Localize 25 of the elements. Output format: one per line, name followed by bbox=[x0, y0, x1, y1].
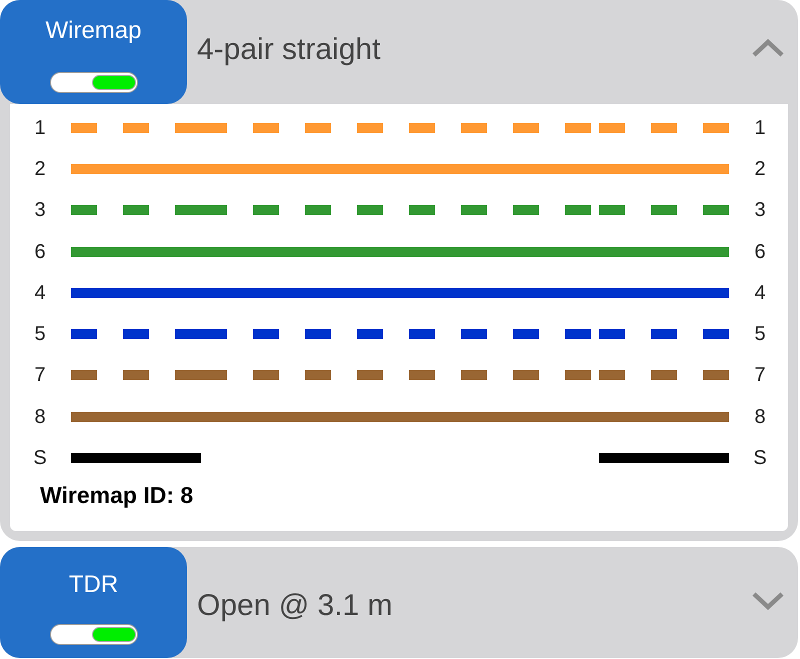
summary-text: 4-pair straight bbox=[197, 32, 382, 68]
pin-label: 5 bbox=[33, 322, 47, 346]
pin-label: 2 bbox=[33, 156, 47, 181]
summary-text: Open @ 3.1 m bbox=[197, 588, 394, 624]
pin-label: 3 bbox=[753, 198, 767, 222]
pin-label: 4 bbox=[753, 280, 767, 305]
pin-label: 6 bbox=[753, 240, 767, 264]
toggle-switch[interactable] bbox=[50, 72, 138, 93]
pin-label: 7 bbox=[753, 363, 767, 388]
pin-label: S bbox=[32, 446, 48, 470]
pin-label: 8 bbox=[753, 404, 767, 429]
toggle-switch[interactable] bbox=[50, 624, 138, 645]
pin-label: 2 bbox=[753, 156, 767, 181]
pin-label: 4 bbox=[33, 280, 47, 305]
pin-label: S bbox=[752, 446, 768, 470]
tab-title: Wiremap bbox=[45, 16, 142, 46]
pin-label: 7 bbox=[33, 363, 47, 388]
pin-label: 1 bbox=[33, 116, 47, 140]
pin-label: 3 bbox=[33, 198, 47, 222]
pin-label: 1 bbox=[753, 116, 767, 140]
pin-label: 5 bbox=[753, 322, 767, 346]
pin-label: 6 bbox=[33, 240, 47, 264]
wiremap-id-text: Wiremap ID: 8 bbox=[40, 482, 194, 508]
tab-title: TDR bbox=[68, 570, 118, 600]
pin-label: 8 bbox=[33, 404, 47, 429]
